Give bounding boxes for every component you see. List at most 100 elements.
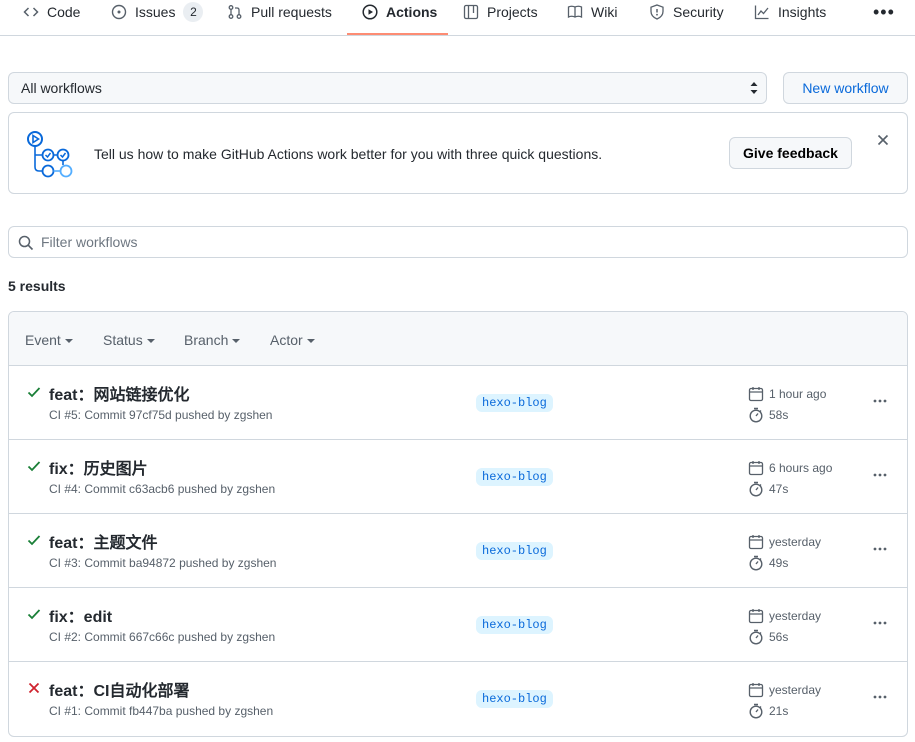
actor-filter-dropdown[interactable]: Actor	[270, 332, 315, 348]
calendar-icon	[748, 683, 764, 698]
calendar-icon	[748, 461, 764, 476]
run-meta: CI #3: Commit ba94872 pushed by zgshen	[49, 556, 277, 570]
repo-nav: Code Issues 2 Pull requests Actions Proj…	[0, 0, 915, 36]
more-tabs-button[interactable]: •••	[873, 2, 895, 23]
run-date: 6 hours ago	[748, 460, 832, 476]
tab-label: Issues	[135, 4, 176, 20]
stopwatch-icon	[749, 407, 763, 423]
feedback-banner: Tell us how to make GitHub Actions work …	[8, 112, 908, 194]
run-meta: CI #4: Commit c63acb6 pushed by zgshen	[49, 482, 276, 496]
actor-filter-label: Actor	[270, 332, 303, 348]
filter-workflows-input[interactable]	[41, 232, 891, 252]
new-workflow-button[interactable]: New workflow	[783, 72, 908, 104]
kebab-horizontal-icon[interactable]	[869, 464, 891, 486]
branch-label[interactable]: hexo-blog	[476, 616, 553, 634]
branch-label[interactable]: hexo-blog	[476, 468, 553, 486]
run-duration-text: 58s	[769, 408, 789, 422]
give-feedback-button[interactable]: Give feedback	[729, 137, 852, 169]
run-meta: CI #2: Commit 667c66c pushed by zgshen	[49, 630, 276, 644]
run-date: yesterday	[748, 608, 821, 624]
kebab-horizontal-icon[interactable]	[869, 686, 891, 708]
run-meta: CI #1: Commit fb447ba pushed by zgshen	[49, 704, 274, 718]
calendar-icon	[748, 387, 764, 402]
table-row[interactable]: feat：CI自动化部署 CI #1: Commit fb447ba pushed…	[9, 662, 907, 736]
tab-label: Pull requests	[251, 4, 332, 20]
branch-label[interactable]: hexo-blog	[476, 394, 553, 412]
x-icon	[28, 682, 40, 694]
run-date: yesterday	[748, 682, 821, 698]
check-icon	[27, 535, 41, 546]
branch-filter-label: Branch	[184, 332, 229, 348]
results-count: 5 results	[8, 278, 66, 294]
tab-security[interactable]: Security	[649, 0, 724, 36]
filter-workflows-field	[8, 226, 908, 258]
branch-label[interactable]: hexo-blog	[476, 690, 553, 708]
run-duration: 58s	[748, 407, 788, 423]
tab-label: Security	[673, 4, 724, 20]
tab-label: Actions	[386, 4, 438, 20]
kebab-horizontal-icon[interactable]	[869, 390, 891, 412]
tab-wiki[interactable]: Wiki	[567, 0, 617, 36]
book-icon	[567, 4, 583, 20]
status-filter-dropdown[interactable]: Status	[103, 332, 155, 348]
run-duration: 56s	[748, 629, 788, 645]
play-icon	[362, 4, 378, 20]
event-filter-dropdown[interactable]: Event	[25, 332, 73, 348]
tab-pull-requests[interactable]: Pull requests	[227, 0, 332, 36]
run-title-link[interactable]: feat：CI自动化部署	[49, 677, 189, 701]
tab-code[interactable]: Code	[23, 0, 80, 36]
run-duration-text: 56s	[769, 630, 789, 644]
check-icon	[27, 387, 41, 398]
run-title-link[interactable]: feat：主题文件	[49, 529, 157, 553]
table-row[interactable]: feat：网站链接优化 CI #5: Commit 97cf75d pushed …	[9, 366, 907, 440]
issue-opened-icon	[111, 4, 127, 20]
code-icon	[23, 4, 39, 20]
kebab-horizontal-icon[interactable]	[869, 612, 891, 634]
issues-count-badge: 2	[183, 2, 204, 22]
check-icon	[27, 461, 41, 472]
runs-filter-bar: Event Status Branch Actor	[9, 312, 907, 366]
table-row[interactable]: fix：edit CI #2: Commit 667c66c pushed by …	[9, 588, 907, 662]
actions-workflow-illustration-icon	[27, 131, 73, 178]
run-date-text: 1 hour ago	[769, 387, 827, 401]
workflow-select-value: All workflows	[21, 80, 102, 96]
table-row[interactable]: feat：主题文件 CI #3: Commit ba94872 pushed by…	[9, 514, 907, 588]
triangle-down-icon	[146, 339, 155, 343]
run-date-text: yesterday	[769, 609, 822, 623]
table-row[interactable]: fix：历史图片 CI #4: Commit c63acb6 pushed by …	[9, 440, 907, 514]
tab-actions[interactable]: Actions	[362, 0, 437, 36]
branch-filter-dropdown[interactable]: Branch	[184, 332, 241, 348]
run-date-text: 6 hours ago	[769, 461, 833, 475]
tab-issues[interactable]: Issues 2	[111, 0, 204, 36]
run-duration-text: 47s	[769, 482, 789, 496]
stopwatch-icon	[749, 555, 763, 571]
run-title-link[interactable]: fix：历史图片	[49, 455, 148, 479]
triangle-down-icon	[64, 339, 73, 343]
close-icon[interactable]	[875, 132, 891, 148]
run-duration: 47s	[748, 481, 788, 497]
tab-label: Code	[47, 4, 81, 20]
tab-insights[interactable]: Insights	[754, 0, 826, 36]
workflow-select[interactable]: All workflows	[8, 72, 767, 104]
search-icon	[18, 235, 34, 251]
run-title-link[interactable]: fix：edit	[49, 603, 112, 627]
branch-label[interactable]: hexo-blog	[476, 542, 553, 560]
run-title-link[interactable]: feat：网站链接优化	[49, 381, 189, 405]
selected-tab-indicator	[347, 33, 448, 35]
workflow-runs-list: Event Status Branch Actor feat：网站链接优化 CI …	[8, 311, 908, 737]
stopwatch-icon	[749, 481, 763, 497]
select-caret-icon	[750, 82, 758, 94]
tab-label: Wiki	[591, 4, 618, 20]
run-date-text: yesterday	[769, 535, 822, 549]
triangle-down-icon	[232, 339, 241, 343]
calendar-icon	[748, 535, 764, 550]
kebab-horizontal-icon[interactable]	[869, 538, 891, 560]
run-duration-text: 21s	[769, 704, 789, 718]
tab-projects[interactable]: Projects	[463, 0, 538, 36]
check-icon	[27, 609, 41, 620]
tab-label: Insights	[778, 4, 827, 20]
run-duration: 49s	[748, 555, 788, 571]
table-icon	[463, 4, 479, 20]
event-filter-label: Event	[25, 332, 61, 348]
calendar-icon	[748, 609, 764, 624]
